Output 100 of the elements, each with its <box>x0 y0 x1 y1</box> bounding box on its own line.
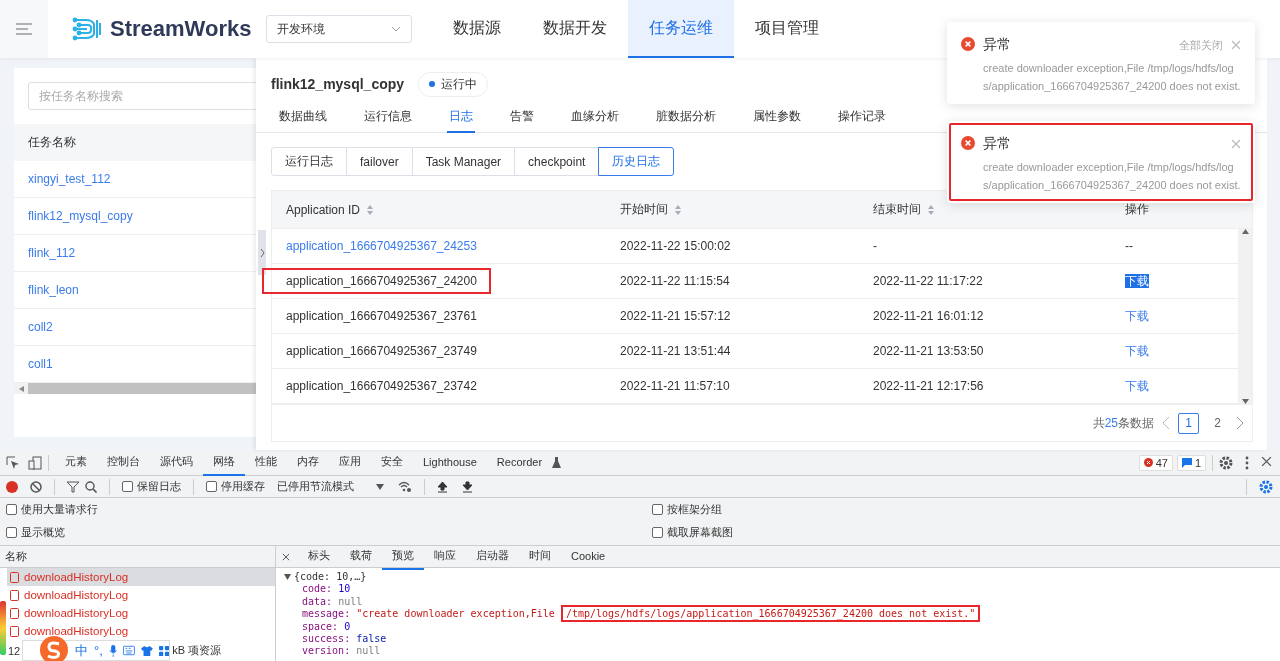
request-row[interactable]: downloadHistoryLog <box>7 604 275 622</box>
checkbox[interactable] <box>6 504 17 515</box>
devtools-tab[interactable]: 应用 <box>329 449 371 476</box>
checkbox[interactable] <box>652 527 663 538</box>
detail-tab[interactable]: 载荷 <box>340 546 382 570</box>
app-logo: StreamWorks <box>110 16 252 42</box>
close-icon[interactable] <box>282 552 290 561</box>
detail-tab[interactable]: Cookie <box>561 546 616 570</box>
grid-icon[interactable] <box>158 644 169 657</box>
table-cell: 2022-11-21 13:53:50 <box>873 344 984 358</box>
checkbox[interactable] <box>652 504 663 515</box>
nav-item[interactable]: 项目管理 <box>734 0 840 58</box>
request-row[interactable]: downloadHistoryLog <box>7 622 275 640</box>
expand-triangle-icon[interactable] <box>284 574 291 581</box>
download-icon[interactable] <box>462 480 473 493</box>
tab[interactable]: 属性参数 <box>751 108 803 133</box>
devtools-tab[interactable]: 安全 <box>371 449 413 476</box>
detail-tab[interactable]: 响应 <box>424 546 466 570</box>
scrollbar[interactable] <box>1238 229 1252 404</box>
devtools-tab[interactable]: 网络 <box>203 449 245 476</box>
detail-tab[interactable]: 启动器 <box>466 546 519 570</box>
download-link[interactable]: 下载 <box>1125 343 1149 358</box>
more-icon[interactable] <box>1245 455 1249 470</box>
settings-icon[interactable] <box>1259 479 1273 494</box>
environment-select[interactable]: 开发环境 <box>266 15 412 43</box>
search-icon[interactable] <box>85 480 97 493</box>
tab[interactable]: 告警 <box>508 108 536 133</box>
devtools-tab[interactable]: 元素 <box>55 449 97 476</box>
tab[interactable]: 脏数据分析 <box>654 108 718 133</box>
devtools-tab[interactable]: 控制台 <box>97 449 150 476</box>
log-tab[interactable]: 历史日志 <box>598 147 675 176</box>
download-link[interactable]: 下载 <box>1125 308 1149 323</box>
devtools-tab[interactable]: 内存 <box>287 449 329 476</box>
input-mode[interactable]: 中 <box>74 641 88 660</box>
close-icon[interactable] <box>1261 456 1272 467</box>
microphone-icon[interactable] <box>108 643 118 658</box>
throttling-select[interactable]: 已停用节流模式 <box>277 479 354 494</box>
detail-tab[interactable]: 预览 <box>382 546 424 570</box>
tab[interactable]: 运行信息 <box>362 108 414 133</box>
detail-tab[interactable]: 标头 <box>298 546 340 570</box>
punctuation-mode[interactable]: °, <box>93 643 103 658</box>
tab[interactable]: 操作记录 <box>836 108 888 133</box>
task-link[interactable]: coll2 <box>28 320 53 334</box>
devtools-tab[interactable]: Lighthouse <box>413 449 487 476</box>
task-link[interactable]: flink_112 <box>28 246 76 260</box>
upload-icon[interactable] <box>437 480 448 493</box>
devtools-tab[interactable]: Recorder <box>486 449 553 476</box>
table-cell: 2022-11-21 13:51:44 <box>620 344 731 358</box>
collapse-handle[interactable] <box>258 230 266 275</box>
download-link[interactable]: 下载 <box>1125 273 1149 288</box>
keyboard-icon[interactable] <box>123 645 136 656</box>
devtools-tab[interactable]: 源代码 <box>150 449 203 476</box>
scrollbar[interactable] <box>14 383 256 394</box>
error-count-badge[interactable]: 47 <box>1138 454 1173 471</box>
tab[interactable]: 数据曲线 <box>277 108 329 133</box>
checkbox[interactable] <box>122 481 133 492</box>
wifi-settings-icon[interactable] <box>398 480 412 493</box>
checkbox-label: 使用大量请求行 <box>21 502 98 517</box>
dropdown-arrow-icon[interactable] <box>376 483 384 490</box>
nav-item[interactable]: 数据源 <box>432 0 522 58</box>
checkbox-label: 截取屏幕截图 <box>667 525 733 540</box>
search-field[interactable]: 按任务名称搜索 <box>28 82 256 110</box>
scroll-down-icon[interactable] <box>1241 399 1249 404</box>
settings-icon[interactable] <box>1219 455 1233 470</box>
tab[interactable]: 日志 <box>447 108 475 133</box>
chevron-right-icon[interactable] <box>259 247 265 258</box>
filter-icon[interactable] <box>67 480 79 493</box>
devtools-tab[interactable]: 性能 <box>245 449 287 476</box>
task-link[interactable]: flink12_mysql_copy <box>28 209 133 223</box>
page-button[interactable]: 2 <box>1207 412 1228 434</box>
shirt-icon[interactable] <box>141 644 153 657</box>
record-icon[interactable] <box>6 480 18 493</box>
task-link[interactable]: coll1 <box>28 357 53 371</box>
status-text: kB 项资源 <box>172 643 222 658</box>
log-tab[interactable]: 运行日志 <box>271 147 347 176</box>
nav-item[interactable]: 数据开发 <box>522 0 628 58</box>
task-link[interactable]: flink_leon <box>28 283 79 297</box>
log-tab[interactable]: checkpoint <box>514 147 600 176</box>
request-row[interactable]: downloadHistoryLog <box>7 568 275 586</box>
inspect-icon[interactable] <box>6 455 20 470</box>
next-page-icon[interactable] <box>1236 416 1244 430</box>
page-button[interactable]: 1 <box>1178 412 1199 434</box>
download-link[interactable]: 下载 <box>1125 378 1149 393</box>
device-icon[interactable] <box>28 455 42 470</box>
log-tab[interactable]: Task Manager <box>411 147 516 176</box>
checkbox[interactable] <box>206 481 217 492</box>
scroll-left-icon[interactable] <box>18 385 24 392</box>
message-count-badge[interactable]: 1 <box>1176 454 1206 471</box>
application-link[interactable]: application_1666704925367_24253 <box>286 239 477 253</box>
property-value: null <box>356 645 381 657</box>
clear-icon[interactable] <box>30 480 42 493</box>
property-key: version: <box>302 645 351 657</box>
checkbox[interactable] <box>6 527 17 538</box>
request-row[interactable]: downloadHistoryLog <box>7 586 275 604</box>
nav-item[interactable]: 任务运维 <box>628 0 734 58</box>
log-tab[interactable]: failover <box>346 147 413 176</box>
file-icon <box>10 589 19 601</box>
detail-tab[interactable]: 时间 <box>519 546 561 570</box>
tab[interactable]: 血缘分析 <box>569 108 621 133</box>
task-link[interactable]: xingyi_test_112 <box>28 172 111 186</box>
